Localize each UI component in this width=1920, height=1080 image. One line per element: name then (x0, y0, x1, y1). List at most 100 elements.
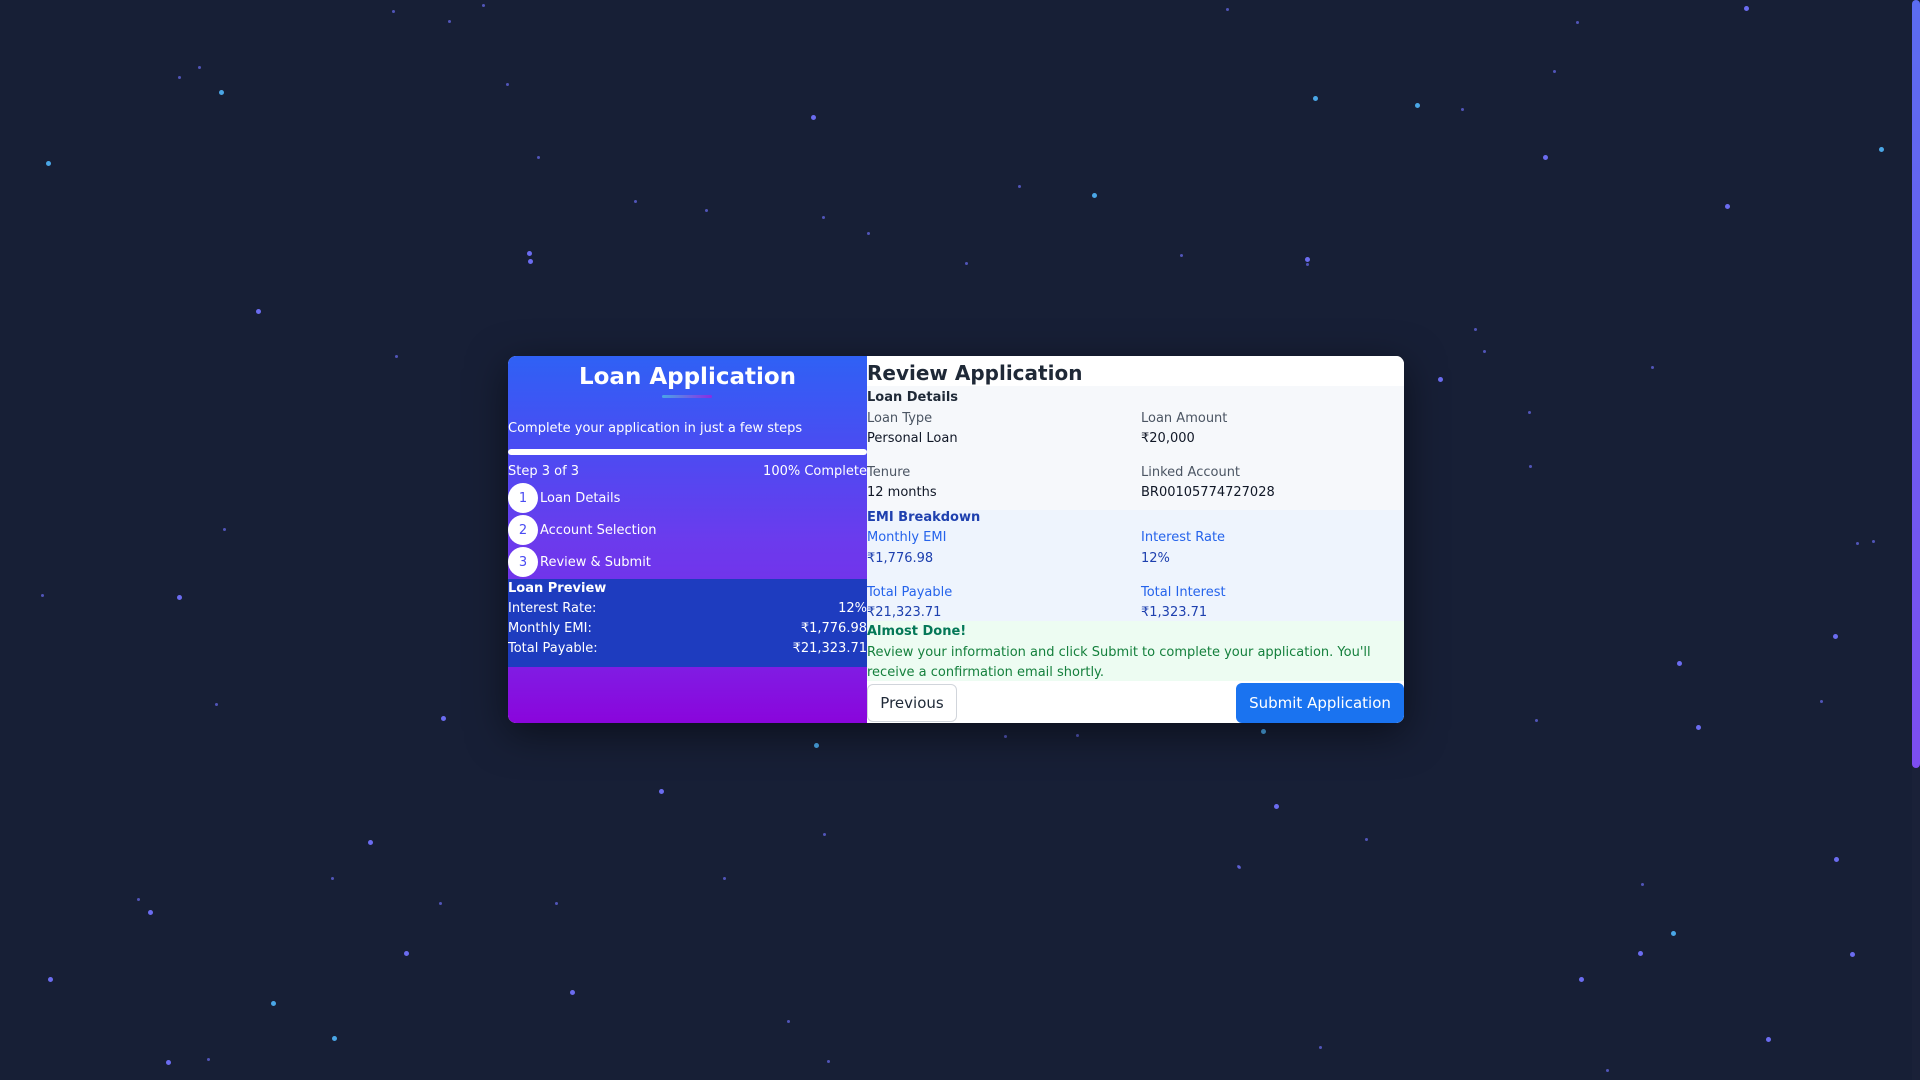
loan-type-value: Personal Loan (867, 431, 958, 446)
star (41, 594, 44, 597)
step-number-badge: 2 (508, 515, 538, 545)
star (166, 1060, 171, 1065)
step-label: Loan Details (540, 490, 621, 506)
monthly-emi-label: Monthly EMI (867, 530, 947, 545)
star (1553, 70, 1556, 73)
notice-text: Review your information and click Submit… (867, 645, 1371, 680)
loan-details-heading: Loan Details (867, 390, 959, 405)
star (537, 156, 540, 159)
total-payable-value: ₹21,323.71 (867, 605, 942, 620)
preview-value: 12% (838, 601, 867, 616)
star (482, 4, 485, 7)
star (177, 595, 182, 600)
preview-label: Total Payable: (508, 641, 598, 656)
loan-type-label: Loan Type (867, 411, 933, 426)
star (814, 743, 819, 748)
star (1237, 865, 1240, 868)
review-title: Review Application (867, 361, 1083, 385)
step-counter: Step 3 of 3 (508, 464, 580, 479)
progress-fill (508, 449, 867, 455)
progress-bar (508, 449, 867, 455)
star (1528, 411, 1531, 414)
star (404, 951, 409, 956)
star (392, 10, 395, 13)
star (439, 902, 442, 905)
preview-value: ₹1,776.98 (800, 621, 867, 636)
star (1725, 204, 1730, 209)
star (1543, 155, 1548, 160)
star (1306, 263, 1309, 266)
total-payable-label: Total Payable (867, 585, 953, 600)
scrollbar-track[interactable] (1912, 0, 1920, 1080)
star (395, 355, 398, 358)
notice-heading: Almost Done! (867, 624, 967, 639)
loan-details-section: Loan Details Loan Type Personal Loan Loa… (867, 386, 1404, 510)
star (1856, 542, 1859, 545)
star (1076, 734, 1079, 737)
scrollbar-thumb[interactable] (1912, 0, 1920, 768)
interest-rate-value: 12% (1141, 551, 1170, 566)
star (1834, 857, 1839, 862)
star (148, 910, 153, 915)
preview-row-interest-rate: Interest Rate: 12% (508, 599, 867, 619)
star (1529, 465, 1532, 468)
star (1671, 931, 1676, 936)
step-list: 1 Loan Details 2 Account Selection 3 Rev… (508, 482, 867, 578)
preview-row-total-payable: Total Payable: ₹21,323.71 (508, 639, 867, 659)
preview-row-monthly-emi: Monthly EMI: ₹1,776.98 (508, 619, 867, 639)
star (178, 76, 181, 79)
total-interest-value: ₹1,323.71 (1141, 605, 1208, 620)
star (1313, 96, 1318, 101)
loan-amount-label: Loan Amount (1141, 411, 1228, 426)
star (1744, 6, 1749, 11)
step-item-account-selection[interactable]: 2 Account Selection (508, 514, 867, 546)
star (1004, 735, 1007, 738)
star (723, 877, 726, 880)
star (137, 898, 140, 901)
submit-application-button[interactable]: Submit Application (1236, 683, 1404, 723)
star (219, 90, 224, 95)
progress-percent-label: 100% Complete (763, 464, 867, 479)
total-interest-label: Total Interest (1141, 585, 1226, 600)
star (1638, 951, 1643, 956)
star (1365, 838, 1368, 841)
emi-breakdown-section: EMI Breakdown Monthly EMI ₹1,776.98 Inte… (867, 510, 1404, 630)
star (1576, 21, 1579, 24)
star (1274, 804, 1279, 809)
emi-breakdown-heading: EMI Breakdown (867, 510, 981, 525)
star (271, 1001, 276, 1006)
title-underline (662, 395, 712, 398)
star (1438, 377, 1443, 382)
tenure-value: 12 months (867, 485, 937, 500)
step-label: Account Selection (540, 522, 657, 538)
star (527, 251, 532, 256)
star (1226, 8, 1229, 11)
star (787, 1020, 790, 1023)
star (1641, 883, 1644, 886)
star (965, 262, 968, 265)
star (1018, 185, 1021, 188)
star (331, 877, 334, 880)
star (332, 1036, 337, 1041)
loan-application-card: Loan Application Complete your applicati… (508, 356, 1404, 723)
star (823, 833, 826, 836)
star (1461, 108, 1464, 111)
step-item-loan-details[interactable]: 1 Loan Details (508, 482, 867, 514)
star (1850, 952, 1855, 957)
star (198, 66, 201, 69)
star (570, 990, 575, 995)
star (448, 20, 451, 23)
star (1319, 1046, 1322, 1049)
previous-button[interactable]: Previous (867, 684, 957, 722)
star (207, 1058, 210, 1061)
star (48, 977, 53, 982)
step-item-review-submit[interactable]: 3 Review & Submit (508, 546, 867, 578)
star (1474, 328, 1477, 331)
review-panel: Review Application Loan Details Loan Typ… (867, 356, 1404, 723)
star (822, 216, 825, 219)
star (1579, 977, 1584, 982)
star (215, 703, 218, 706)
star (1092, 193, 1097, 198)
loan-amount-value: ₹20,000 (1141, 431, 1195, 446)
star (1180, 254, 1183, 257)
